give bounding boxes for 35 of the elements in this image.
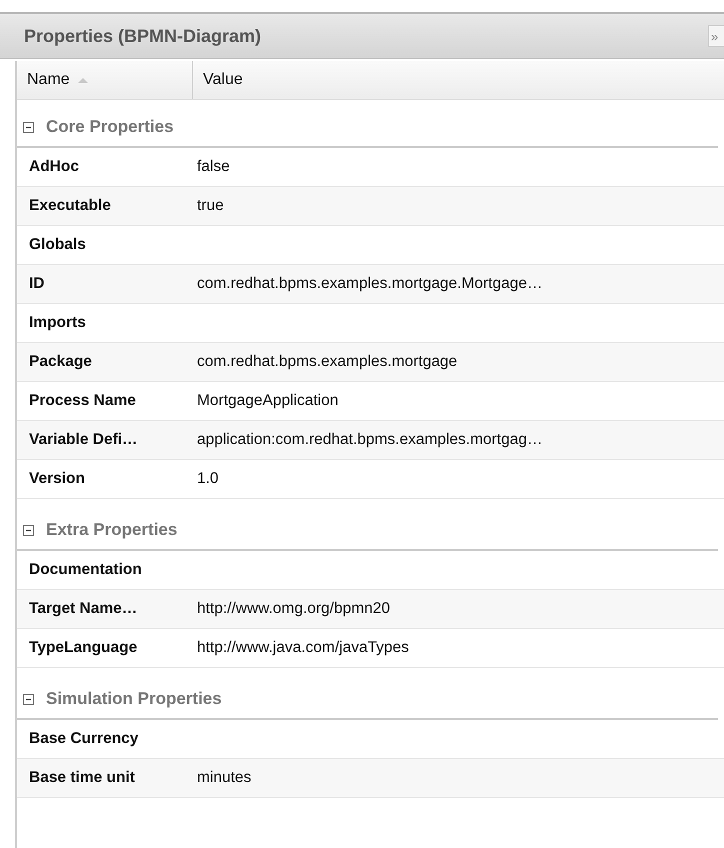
property-name: TypeLanguage: [28, 639, 138, 657]
group-title: Simulation Properties: [46, 689, 222, 709]
column-label: Name: [27, 71, 70, 89]
property-name: ID: [28, 275, 46, 293]
property-name: Version: [28, 470, 86, 488]
property-value: com.redhat.bpms.examples.mortgage: [196, 353, 458, 371]
property-value: http://www.java.com/javaTypes: [196, 639, 409, 657]
property-name: Variable Defi…: [28, 431, 139, 449]
column-header[interactable]: Name: [17, 61, 193, 99]
property-name: Process Name: [28, 392, 137, 410]
property-value: application:com.redhat.bpms.examples.mortgag…: [196, 431, 542, 449]
property-name: Executable: [28, 197, 112, 215]
property-value: true: [196, 197, 224, 215]
property-value: 1.0: [196, 470, 219, 488]
collapse-icon[interactable]: [23, 524, 34, 536]
property-name: Base time unit: [28, 769, 136, 787]
property-name: Documentation: [28, 561, 143, 579]
panel-title: Properties (BPMN-Diagram): [24, 26, 262, 46]
property-name: Target Name…: [28, 600, 138, 618]
property-name: AdHoc: [28, 158, 80, 176]
property-name: Imports: [28, 314, 87, 332]
column-label: Value: [203, 71, 243, 89]
property-name: Base Currency: [28, 730, 140, 748]
property-value: false: [196, 158, 230, 176]
collapse-icon[interactable]: [23, 122, 34, 132]
column-header[interactable]: Value: [193, 61, 243, 99]
property-value: com.redhat.bpms.examples.mortgage.Mortgage…: [196, 275, 542, 293]
property-name: Package: [28, 353, 93, 371]
property-value: MortgageApplication: [196, 392, 338, 410]
property-name: Globals: [28, 236, 87, 254]
group-title: Extra Properties: [46, 520, 178, 540]
group-title: Core Properties: [46, 117, 174, 137]
property-value: http://www.omg.org/bpmn20: [196, 600, 390, 618]
property-value: minutes: [196, 769, 252, 787]
collapse-icon[interactable]: [23, 694, 34, 704]
